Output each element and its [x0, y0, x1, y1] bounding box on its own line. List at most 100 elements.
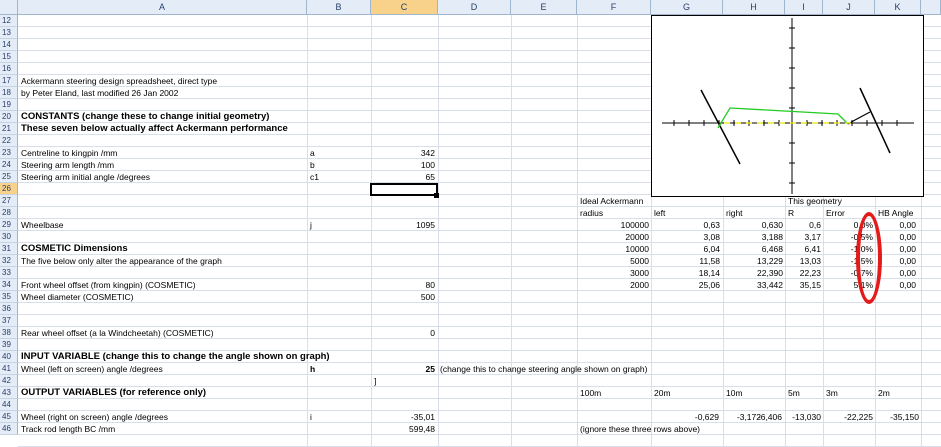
row-header[interactable]: 21	[0, 123, 18, 135]
column-header-a[interactable]: A	[18, 0, 307, 15]
r-cell[interactable]: 6,41	[785, 243, 821, 255]
r-cell[interactable]: 3,17	[785, 231, 821, 243]
label-cell[interactable]: Rear wheel offset (a la Windcheetah) (CO…	[21, 327, 214, 339]
symbol-cell[interactable]: a	[310, 147, 315, 159]
output-value-cell[interactable]: -22,225	[823, 411, 873, 423]
input-value-cell[interactable]: 25	[371, 363, 435, 375]
ref-2m[interactable]: 2m	[878, 387, 890, 399]
output-value-cell[interactable]: -13,030	[785, 411, 821, 423]
row-header[interactable]: 30	[0, 231, 18, 243]
row-header[interactable]: 36	[0, 303, 18, 315]
value-cell[interactable]: 500	[371, 291, 435, 303]
value-cell[interactable]: -35,01	[371, 411, 435, 423]
value-cell[interactable]: 80	[371, 279, 435, 291]
label-cell[interactable]: Wheel diameter (COSMETIC)	[21, 291, 133, 303]
column-header-c[interactable]: C	[371, 0, 438, 15]
ignore-note[interactable]: (ignore these three rows above)	[580, 423, 700, 435]
title-cell[interactable]: Ackermann steering design spreadsheet, d…	[21, 75, 217, 87]
radius-cell[interactable]: 3000	[577, 267, 649, 279]
row-header[interactable]: 14	[0, 39, 18, 51]
column-header-k[interactable]: K	[875, 0, 921, 15]
column-header-d[interactable]: D	[438, 0, 511, 15]
output-variables-heading[interactable]: OUTPUT VARIABLES (for reference only)	[21, 387, 206, 399]
symbol-cell[interactable]: j	[310, 219, 312, 231]
left-cell[interactable]: 3,08	[651, 231, 720, 243]
value-cell[interactable]: 599,48	[371, 423, 435, 435]
author-cell[interactable]: by Peter Eland, last modified 26 Jan 200…	[21, 87, 178, 99]
row-header[interactable]: 44	[0, 399, 18, 411]
error-header[interactable]: Error	[826, 207, 845, 219]
right-header[interactable]: right	[726, 207, 743, 219]
radius-cell[interactable]: 5000	[577, 255, 649, 267]
stray-bracket-cell[interactable]: ]	[374, 375, 376, 387]
right-cell[interactable]: 22,390	[723, 267, 783, 279]
label-cell[interactable]: Track rod length BC /mm	[21, 423, 115, 435]
label-cell[interactable]: Wheel (left on screen) angle /degrees	[21, 363, 163, 375]
value-cell[interactable]: 0	[371, 327, 435, 339]
label-cell[interactable]: Wheelbase	[21, 219, 64, 231]
constants-heading[interactable]: CONSTANTS (change these to change initia…	[21, 111, 269, 123]
row-header[interactable]: 24	[0, 159, 18, 171]
right-cell[interactable]: 33,442	[723, 279, 783, 291]
column-header-e[interactable]: E	[511, 0, 577, 15]
row-header[interactable]: 37	[0, 315, 18, 327]
hb-cell[interactable]: 0,00	[875, 279, 916, 291]
row-header[interactable]: 16	[0, 63, 18, 75]
right-cell[interactable]: 3,188	[723, 231, 783, 243]
right-cell[interactable]: 0,630	[723, 219, 783, 231]
left-header[interactable]: left	[654, 207, 665, 219]
label-cell[interactable]: Centreline to kingpin /mm	[21, 147, 117, 159]
ref-10m[interactable]: 10m	[726, 387, 743, 399]
input-variable-heading[interactable]: INPUT VARIABLE (change this to change th…	[21, 351, 330, 363]
value-cell[interactable]: 100	[371, 159, 435, 171]
column-header-f[interactable]: F	[577, 0, 651, 15]
row-header[interactable]: 27	[0, 195, 18, 207]
value-cell[interactable]: 65	[371, 171, 435, 183]
radius-header[interactable]: radius	[580, 207, 603, 219]
label-cell[interactable]: Steering arm initial angle /degrees	[21, 171, 150, 183]
row-header[interactable]: 45	[0, 411, 18, 423]
radius-cell[interactable]: 2000	[577, 279, 649, 291]
ref-100m[interactable]: 100m	[580, 387, 601, 399]
left-cell[interactable]: 11,58	[651, 255, 720, 267]
row-header[interactable]: 13	[0, 27, 18, 39]
row-header[interactable]: 22	[0, 135, 18, 147]
row-header[interactable]: 19	[0, 99, 18, 111]
row-header[interactable]: 20	[0, 111, 18, 123]
r-cell[interactable]: 13,03	[785, 255, 821, 267]
row-header[interactable]: 17	[0, 75, 18, 87]
row-header-selected[interactable]: 26	[0, 183, 18, 195]
row-header[interactable]: 35	[0, 291, 18, 303]
row-header[interactable]: 39	[0, 339, 18, 351]
column-header-j[interactable]: J	[823, 0, 875, 15]
row-header[interactable]: 41	[0, 363, 18, 375]
radius-cell[interactable]: 100000	[577, 219, 649, 231]
input-note[interactable]: (change this to change steering angle sh…	[440, 363, 647, 375]
value-cell[interactable]: 342	[371, 147, 435, 159]
hb-cell[interactable]: 0,00	[875, 219, 916, 231]
r-header[interactable]: R	[788, 207, 794, 219]
column-header-next[interactable]	[921, 0, 941, 15]
column-header-h[interactable]: H	[723, 0, 785, 15]
cosmetic-heading[interactable]: COSMETIC Dimensions	[21, 243, 128, 255]
left-cell[interactable]: 6,04	[651, 243, 720, 255]
column-header-b[interactable]: B	[307, 0, 371, 15]
output-value-cell[interactable]: -35,150	[875, 411, 919, 423]
hb-angle-header[interactable]: HB Angle	[878, 207, 913, 219]
row-header[interactable]: 33	[0, 267, 18, 279]
r-cell[interactable]: 22,23	[785, 267, 821, 279]
row-header[interactable]: 34	[0, 279, 18, 291]
ideal-ackermann-label[interactable]: Ideal Ackermann	[580, 195, 643, 207]
radius-cell[interactable]: 10000	[577, 243, 649, 255]
row-header[interactable]: 32	[0, 255, 18, 267]
label-cell[interactable]: Wheel (right on screen) angle /degrees	[21, 411, 168, 423]
symbol-cell[interactable]: i	[310, 411, 312, 423]
value-cell[interactable]: 1095	[371, 219, 435, 231]
row-header[interactable]: 29	[0, 219, 18, 231]
active-cell-selection[interactable]	[370, 183, 438, 196]
left-cell[interactable]: 0,63	[651, 219, 720, 231]
row-header[interactable]: 38	[0, 327, 18, 339]
radius-cell[interactable]: 20000	[577, 231, 649, 243]
column-header-g[interactable]: G	[651, 0, 723, 15]
constants-subheading[interactable]: These seven below actually affect Ackerm…	[21, 123, 288, 135]
